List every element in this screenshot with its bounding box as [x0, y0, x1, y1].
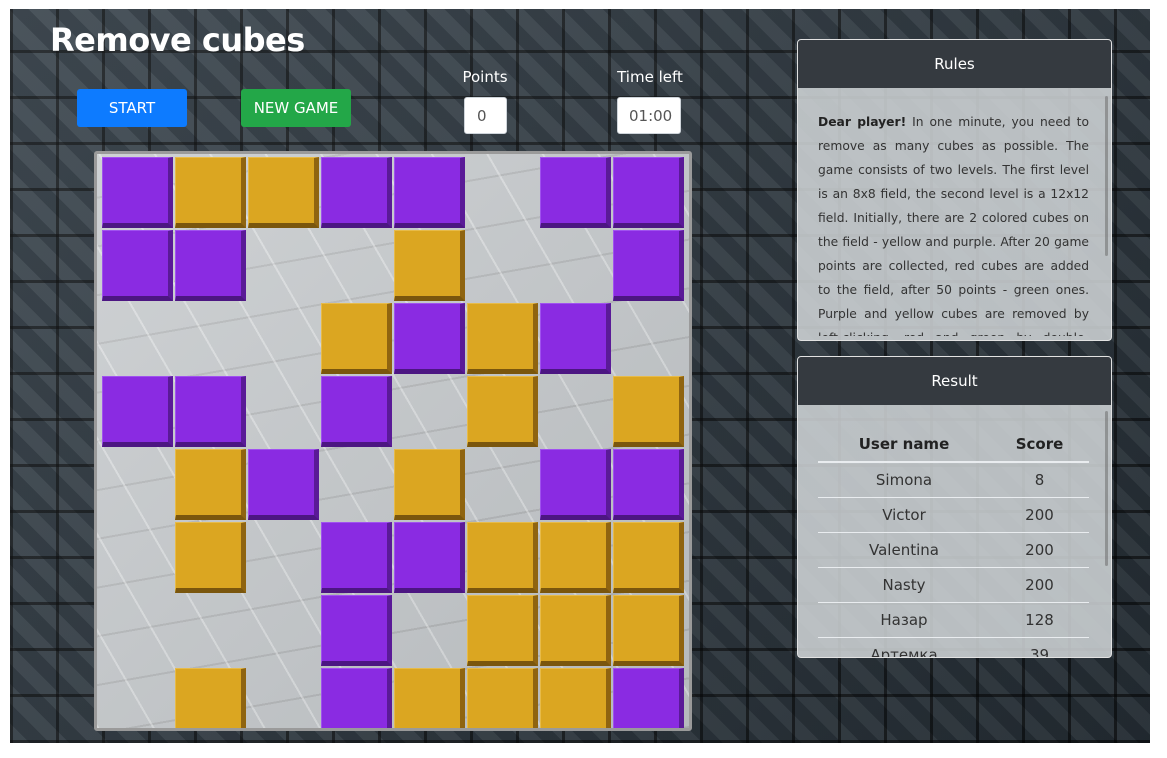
purple-cube[interactable]: [321, 668, 392, 728]
yellow-cube[interactable]: [467, 376, 538, 447]
rules-scrollbar[interactable]: [1105, 96, 1108, 256]
yellow-cube[interactable]: [321, 303, 392, 374]
yellow-cube[interactable]: [540, 522, 611, 593]
score-cell: 39: [990, 637, 1089, 657]
purple-cube[interactable]: [321, 595, 392, 666]
table-row: Valentina 200: [818, 532, 1089, 568]
score-cell: 8: [990, 462, 1089, 498]
yellow-cube[interactable]: [540, 668, 611, 728]
yellow-cube[interactable]: [394, 449, 465, 520]
purple-cube[interactable]: [248, 449, 319, 520]
purple-cube[interactable]: [102, 376, 173, 447]
purple-cube[interactable]: [613, 449, 684, 520]
game-screen: Remove cubes START NEW GAME Points Time …: [10, 9, 1150, 743]
score-cell: 200: [990, 497, 1089, 533]
table-row: Назар 128: [818, 602, 1089, 638]
table-row: Simona 8: [818, 462, 1089, 498]
result-scrollbar[interactable]: [1105, 411, 1108, 566]
column-header-user-name: User name: [818, 427, 990, 463]
table-row: Артемка 39: [818, 637, 1089, 657]
result-table-header-row: User name Score: [818, 427, 1089, 463]
yellow-cube[interactable]: [394, 668, 465, 728]
yellow-cube[interactable]: [467, 668, 538, 728]
purple-cube[interactable]: [175, 230, 246, 301]
purple-cube[interactable]: [540, 157, 611, 228]
purple-cube[interactable]: [175, 376, 246, 447]
yellow-cube[interactable]: [540, 595, 611, 666]
rules-lead: Dear player!: [818, 115, 907, 129]
purple-cube[interactable]: [613, 157, 684, 228]
points-field: [464, 97, 507, 134]
user-name-cell: Артемка: [818, 637, 990, 657]
points-label: Points: [462, 68, 508, 86]
yellow-cube[interactable]: [175, 157, 246, 228]
table-row: Nasty 200: [818, 567, 1089, 603]
score-cell: 200: [990, 567, 1089, 603]
start-button[interactable]: START: [77, 89, 187, 127]
rules-panel: Rules Dear player! In one minute, you ne…: [797, 39, 1112, 341]
score-cell: 200: [990, 532, 1089, 568]
purple-cube[interactable]: [394, 157, 465, 228]
yellow-cube[interactable]: [175, 449, 246, 520]
yellow-cube[interactable]: [467, 595, 538, 666]
rules-body-text: In one minute, you need to remove as man…: [818, 115, 1089, 336]
user-name-cell: Victor: [818, 497, 990, 533]
yellow-cube[interactable]: [467, 303, 538, 374]
time-left-label: Time left: [617, 68, 683, 86]
yellow-cube[interactable]: [467, 522, 538, 593]
yellow-cube[interactable]: [175, 522, 246, 593]
purple-cube[interactable]: [102, 157, 173, 228]
user-name-cell: Simona: [818, 462, 990, 498]
user-name-cell: Назар: [818, 602, 990, 638]
result-table: User name Score Simona 8 Victor 200 Valent…: [818, 427, 1089, 657]
purple-cube[interactable]: [540, 303, 611, 374]
purple-cube[interactable]: [394, 522, 465, 593]
purple-cube[interactable]: [321, 522, 392, 593]
time-left-field: [617, 97, 681, 134]
column-header-score: Score: [990, 427, 1089, 463]
purple-cube[interactable]: [613, 230, 684, 301]
user-name-cell: Nasty: [818, 567, 990, 603]
score-cell: 128: [990, 602, 1089, 638]
game-board[interactable]: [94, 151, 692, 731]
purple-cube[interactable]: [394, 303, 465, 374]
yellow-cube[interactable]: [613, 595, 684, 666]
result-panel: Result User name Score Simona 8 Victor 200…: [797, 356, 1112, 658]
result-header: Result: [798, 357, 1111, 405]
purple-cube[interactable]: [321, 157, 392, 228]
purple-cube[interactable]: [540, 449, 611, 520]
purple-cube[interactable]: [102, 230, 173, 301]
user-name-cell: Valentina: [818, 532, 990, 568]
rules-header: Rules: [798, 40, 1111, 88]
table-row: Victor 200: [818, 497, 1089, 533]
yellow-cube[interactable]: [248, 157, 319, 228]
yellow-cube[interactable]: [394, 230, 465, 301]
yellow-cube[interactable]: [613, 522, 684, 593]
purple-cube[interactable]: [321, 376, 392, 447]
yellow-cube[interactable]: [613, 376, 684, 447]
purple-cube[interactable]: [613, 668, 684, 728]
page-title: Remove cubes: [50, 21, 305, 59]
yellow-cube[interactable]: [175, 668, 246, 728]
rules-text: Dear player! In one minute, you need to …: [818, 110, 1089, 336]
new-game-button[interactable]: NEW GAME: [241, 89, 351, 127]
